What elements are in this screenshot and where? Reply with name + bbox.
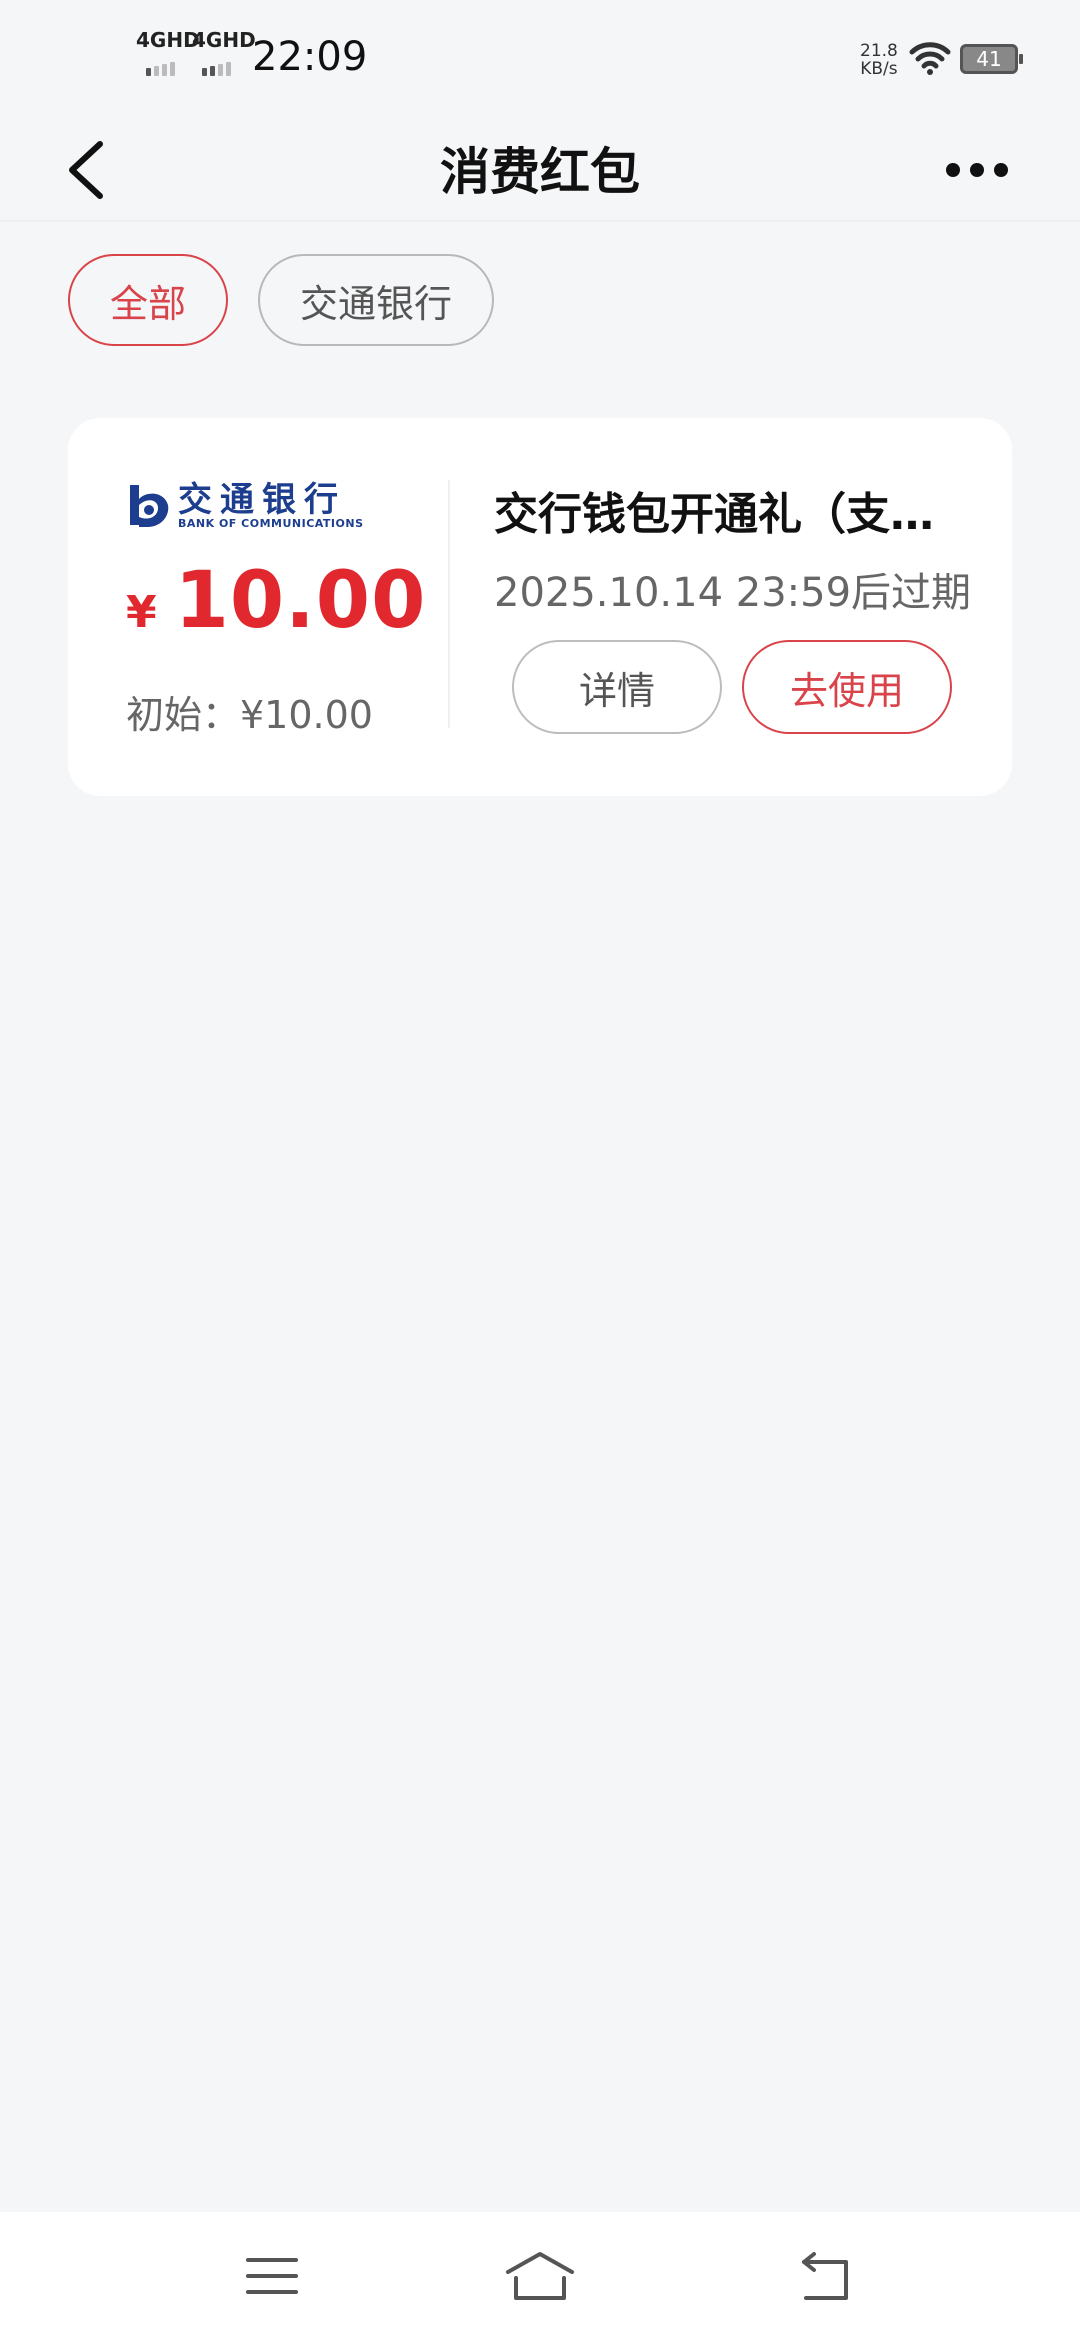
coupon-card[interactable]: 交通银行 BANK OF COMMUNICATIONS ¥ 10.00 初始：¥… bbox=[68, 418, 1012, 796]
filter-chip-bocom[interactable]: 交通银行 bbox=[258, 254, 494, 346]
coupon-name: 交行钱包开通礼（支… bbox=[494, 489, 934, 540]
network-type-1: 4GHD bbox=[136, 28, 200, 52]
bank-of-communications-logo-icon bbox=[130, 485, 169, 527]
header: 消费红包 bbox=[0, 120, 1080, 220]
wifi-icon bbox=[909, 42, 951, 75]
use-now-button[interactable]: 去使用 bbox=[742, 640, 952, 734]
network-speed: 21.8 KB/s bbox=[860, 42, 898, 78]
filter-chips: 全部 交通银行 bbox=[68, 254, 494, 346]
initial-amount: 初始：¥10.00 bbox=[126, 693, 373, 737]
header-divider bbox=[0, 220, 1080, 222]
network-type-2: 4GHD bbox=[192, 28, 256, 52]
more-options-icon[interactable] bbox=[946, 150, 1016, 190]
page-title: 消费红包 bbox=[440, 143, 640, 201]
bank-logo: 交通银行 BANK OF COMMUNICATIONS bbox=[126, 476, 386, 536]
amount-value: 10.00 bbox=[174, 556, 427, 646]
details-button[interactable]: 详情 bbox=[512, 640, 722, 734]
signal-bars-2-icon bbox=[202, 62, 231, 76]
filter-chip-all[interactable]: 全部 bbox=[68, 254, 228, 346]
bank-name-cn: 交通银行 bbox=[178, 480, 346, 520]
signal-bars-1-icon bbox=[146, 62, 175, 76]
home-icon[interactable] bbox=[504, 2248, 576, 2304]
network-speed-value: 21.8 bbox=[860, 41, 898, 61]
signal-2-icon: 4GHD bbox=[192, 30, 260, 60]
expiry-text: 2025.10.14 23:59后过期 bbox=[494, 570, 972, 616]
card-divider bbox=[448, 480, 450, 728]
currency-symbol: ¥ bbox=[126, 587, 157, 638]
coupon-amount: ¥ 10.00 bbox=[126, 556, 426, 646]
network-speed-unit: KB/s bbox=[860, 59, 898, 79]
battery-icon: 41 bbox=[960, 44, 1023, 74]
system-navigation-bar bbox=[0, 2212, 1080, 2340]
status-bar: 4GHD 4GHD 22:09 21.8 KB/s 41 bbox=[0, 0, 1080, 120]
back-nav-icon[interactable] bbox=[796, 2248, 856, 2304]
status-time: 22:09 bbox=[252, 34, 368, 80]
menu-icon[interactable] bbox=[242, 2248, 302, 2304]
bank-name-en: BANK OF COMMUNICATIONS bbox=[178, 517, 364, 530]
